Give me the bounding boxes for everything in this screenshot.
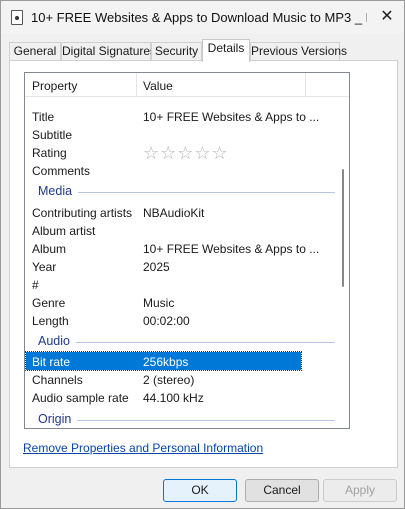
ok-button[interactable]: OK (163, 479, 237, 502)
details-panel: Property Value Title 10+ FREE Websites &… (9, 60, 398, 468)
title-bar: 10+ FREE Websites & Apps to Download Mus… (1, 1, 404, 33)
property-value: 44.100 kHz (143, 391, 204, 405)
property-value: 10+ FREE Websites & Apps to ... (143, 242, 320, 256)
property-label: Subtitle (32, 128, 73, 142)
row-year[interactable]: Year 2025 (26, 257, 348, 275)
row-channels[interactable]: Channels 2 (stereo) (26, 370, 348, 388)
properties-dialog: 10+ FREE Websites & Apps to Download Mus… (0, 0, 405, 509)
row-subtitle[interactable]: Subtitle (26, 125, 348, 143)
row-album-artist[interactable]: Album artist (26, 221, 348, 239)
property-value: 00:02:00 (143, 314, 190, 328)
property-label: Length (32, 314, 69, 328)
property-value: NBAudioKit (143, 206, 205, 220)
group-label: Media (38, 184, 79, 198)
property-label: Audio sample rate (32, 391, 129, 405)
property-value: 256kbps (143, 355, 189, 369)
row-rating[interactable]: Rating ☆☆☆☆☆ (26, 143, 348, 163)
group-divider (38, 420, 336, 421)
property-label: Rating (32, 146, 67, 160)
tab-general[interactable]: General (9, 42, 61, 61)
property-label: Genre (32, 296, 66, 310)
property-label: Channels (32, 373, 83, 387)
property-label: Album (32, 242, 67, 256)
property-label: Contributing artists (32, 206, 133, 220)
close-button[interactable]: ✕ (375, 5, 399, 29)
property-value: Music (143, 296, 175, 310)
group-label: Origin (38, 412, 78, 426)
tab-digital-signatures[interactable]: Digital Signatures (61, 42, 156, 61)
property-value: 2 (stereo) (143, 373, 195, 387)
column-divider[interactable] (305, 73, 306, 97)
group-origin: Origin (26, 410, 336, 428)
vertical-scrollbar[interactable] (335, 97, 349, 428)
group-divider (38, 192, 336, 193)
remove-properties-link[interactable]: Remove Properties and Personal Informati… (23, 441, 263, 455)
row-comments[interactable]: Comments (26, 161, 348, 179)
cancel-button[interactable]: Cancel (245, 479, 319, 502)
property-label: Comments (32, 164, 91, 178)
group-label: Audio (38, 334, 76, 348)
tab-security[interactable]: Security (151, 42, 202, 61)
row-title[interactable]: Title 10+ FREE Websites & Apps to ... (26, 107, 348, 125)
tab-previous-versions[interactable]: Previous Versions (250, 42, 347, 61)
window-title: 10+ FREE Websites & Apps to Download Mus… (31, 10, 367, 25)
group-divider (38, 342, 336, 343)
scrollbar-thumb[interactable] (342, 169, 344, 287)
column-value[interactable]: Value (143, 79, 173, 93)
properties-list[interactable]: Property Value Title 10+ FREE Websites &… (24, 72, 350, 429)
property-label: Year (32, 260, 57, 274)
column-property[interactable]: Property (32, 79, 77, 93)
property-label: # (32, 278, 39, 292)
tab-strip: General Digital Signatures Security Deta… (9, 39, 398, 62)
property-value: 2025 (143, 260, 170, 274)
mp3-file-icon (11, 10, 23, 25)
row-length[interactable]: Length 00:02:00 (26, 311, 348, 329)
column-divider[interactable] (136, 73, 137, 97)
row-track-number[interactable]: # (26, 275, 348, 293)
group-media: Media (26, 182, 336, 200)
tab-details[interactable]: Details (202, 39, 250, 62)
group-audio: Audio (26, 332, 336, 350)
column-header: Property Value (25, 73, 349, 97)
property-value: 10+ FREE Websites & Apps to ... (143, 110, 320, 124)
row-bit-rate[interactable]: Bit rate 256kbps (25, 351, 302, 371)
property-label: Album artist (32, 224, 96, 238)
apply-button[interactable]: Apply (323, 479, 397, 502)
property-label: Bit rate (32, 355, 71, 369)
row-album[interactable]: Album 10+ FREE Websites & Apps to ... (26, 239, 348, 257)
row-contributing-artists[interactable]: Contributing artists NBAudioKit (26, 203, 348, 221)
property-label: Title (32, 110, 55, 124)
row-genre[interactable]: Genre Music (26, 293, 348, 311)
row-audio-sample-rate[interactable]: Audio sample rate 44.100 kHz (26, 388, 348, 406)
